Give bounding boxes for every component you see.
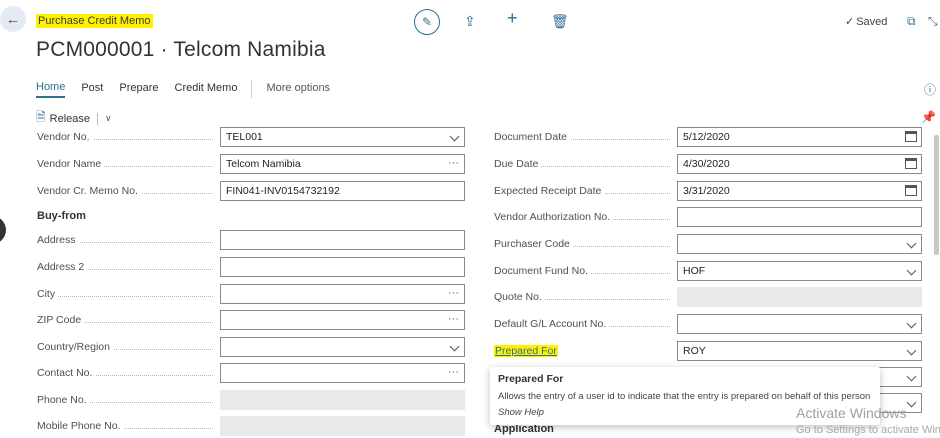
tooltip-title: Prepared For <box>498 373 564 385</box>
vendor-no-field[interactable]: TEL001 <box>220 127 465 147</box>
release-action[interactable]: 🗎 Release ∨ <box>36 108 112 129</box>
zip-code-label: ZIP Code <box>37 314 213 326</box>
prepared-for-label[interactable]: Prepared For <box>494 345 558 357</box>
back-button[interactable]: ← <box>0 6 26 32</box>
phone-no-label: Phone No. <box>37 394 213 406</box>
activate-windows-subtext: Go to Settings to activate Windows. <box>796 424 940 436</box>
check-icon: ✓ <box>845 16 855 28</box>
menu-credit-memo[interactable]: Credit Memo <box>175 82 238 97</box>
calendar-icon[interactable] <box>905 185 917 196</box>
menu-more-options[interactable]: More options <box>266 82 330 97</box>
activate-windows-watermark: Activate Windows <box>796 405 907 421</box>
saved-label: Saved <box>856 16 888 28</box>
vendor-name-field[interactable]: Telcom Namibia ··· <box>220 154 465 174</box>
menu-home[interactable]: Home <box>36 81 66 98</box>
chevron-down-icon <box>906 265 917 276</box>
vendor-authorization-no-label: Vendor Authorization No. <box>494 211 670 223</box>
zip-code-field[interactable]: ··· <box>220 310 465 330</box>
expected-receipt-date-field[interactable]: 3/31/2020 <box>677 181 922 201</box>
edit-button[interactable]: ✎ <box>414 9 440 35</box>
open-in-new-window-icon[interactable]: ⧉ <box>907 13 916 29</box>
quote-no-field <box>677 287 922 307</box>
action-divider <box>97 112 99 125</box>
contact-no-field[interactable]: ··· <box>220 363 465 383</box>
chevron-down-icon <box>906 318 917 329</box>
record-title: PCM000001 · Telcom Namibia <box>36 38 326 61</box>
purchaser-code-field[interactable] <box>677 234 922 254</box>
due-date-field[interactable]: 4/30/2020 <box>677 154 922 174</box>
contact-no-label: Contact No. <box>37 367 213 379</box>
menu-divider <box>251 80 253 98</box>
quote-no-label: Quote No. <box>494 291 670 303</box>
pin-icon[interactable]: 📌 <box>921 110 936 124</box>
collapse-icon[interactable]: ⤡ <box>928 13 938 29</box>
page-type-caption: Purchase Credit Memo <box>36 14 153 28</box>
chevron-down-icon <box>449 131 460 142</box>
calendar-icon[interactable] <box>905 158 917 169</box>
chevron-down-icon <box>906 345 917 356</box>
mobile-phone-no-field <box>220 416 465 436</box>
mobile-phone-no-label: Mobile Phone No. <box>37 420 213 432</box>
prepared-for-field[interactable]: ROY <box>677 341 922 361</box>
chevron-down-icon <box>906 238 917 249</box>
vendor-cr-memo-no-label: Vendor Cr. Memo No. <box>37 185 213 197</box>
vendor-authorization-no-field[interactable] <box>677 207 922 227</box>
address-2-field[interactable] <box>220 257 465 277</box>
saved-status: ✓ Saved <box>845 15 887 28</box>
country-region-label: Country/Region <box>37 341 213 353</box>
vendor-no-label: Vendor No. <box>37 131 213 143</box>
address-2-label: Address 2 <box>37 261 213 273</box>
calendar-icon[interactable] <box>905 131 917 142</box>
scrollbar[interactable] <box>934 135 939 255</box>
chevron-down-icon[interactable]: ∨ <box>105 113 112 124</box>
address-field[interactable] <box>220 230 465 250</box>
info-icon[interactable]: ⓘ <box>924 81 936 98</box>
document-date-label: Document Date <box>494 131 670 143</box>
share-icon[interactable]: ⇪ <box>464 13 476 29</box>
menu-post[interactable]: Post <box>81 82 103 97</box>
city-label: City <box>37 288 213 300</box>
tooltip-body: Allows the entry of a user id to indicat… <box>498 391 871 402</box>
vendor-name-label: Vendor Name <box>37 158 213 170</box>
expected-receipt-date-label: Expected Receipt Date <box>494 185 670 197</box>
lookup-ellipsis-icon[interactable]: ··· <box>448 366 459 378</box>
lookup-ellipsis-icon[interactable]: ··· <box>448 313 459 325</box>
document-icon: 🗎 <box>36 110 46 124</box>
phone-no-field <box>220 390 465 410</box>
city-field[interactable]: ··· <box>220 284 465 304</box>
default-gl-account-no-label: Default G/L Account No. <box>494 318 670 330</box>
lookup-ellipsis-icon[interactable]: ··· <box>448 157 459 169</box>
vendor-cr-memo-no-field[interactable]: FIN041-INV0154732192 <box>220 181 465 201</box>
release-label: Release <box>49 112 91 125</box>
country-region-field[interactable] <box>220 337 465 357</box>
chevron-down-icon <box>449 341 460 352</box>
arrow-left-icon: ← <box>5 10 21 28</box>
buy-from-section-title: Buy-from <box>37 210 86 222</box>
pencil-icon: ✎ <box>421 15 433 29</box>
due-date-label: Due Date <box>494 158 670 170</box>
lookup-ellipsis-icon[interactable]: ··· <box>448 287 459 299</box>
trash-icon[interactable]: 🗑 <box>551 13 569 29</box>
document-date-field[interactable]: 5/12/2020 <box>677 127 922 147</box>
chevron-down-icon <box>906 371 917 382</box>
side-handle[interactable] <box>0 216 6 244</box>
document-fund-no-label: Document Fund No. <box>494 265 670 277</box>
default-gl-account-no-field[interactable] <box>677 314 922 334</box>
chevron-down-icon <box>906 397 917 408</box>
action-menu: Home Post Prepare Credit Memo More optio… <box>36 80 346 98</box>
menu-prepare[interactable]: Prepare <box>119 82 158 97</box>
address-label: Address <box>37 234 213 246</box>
purchaser-code-label: Purchaser Code <box>494 238 670 250</box>
plus-icon[interactable]: + <box>507 9 518 27</box>
document-fund-no-field[interactable]: HOF <box>677 261 922 281</box>
